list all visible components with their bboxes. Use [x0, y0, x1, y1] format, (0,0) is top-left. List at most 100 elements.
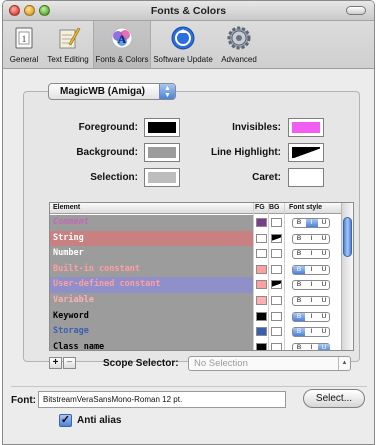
toolbar-toggle-button[interactable] [346, 6, 366, 15]
underline-toggle[interactable]: U [318, 343, 330, 350]
text-editing-icon [59, 27, 81, 49]
underline-toggle[interactable]: U [318, 250, 330, 258]
fg-color-well[interactable] [256, 264, 267, 274]
italic-toggle[interactable]: I [306, 281, 318, 289]
invisibles-color-well[interactable] [288, 118, 324, 137]
font-style-control[interactable]: BIU [292, 327, 330, 338]
header-element[interactable]: Element [53, 204, 80, 211]
font-style-control[interactable]: BIU [292, 296, 330, 306]
bold-toggle[interactable]: B [293, 265, 305, 274]
italic-toggle[interactable]: I [306, 266, 318, 274]
font-style-control[interactable]: BIU [292, 233, 330, 244]
font-style-control[interactable]: BIU [292, 342, 330, 350]
background-color-well[interactable] [144, 143, 180, 162]
header-bg[interactable]: BG [269, 204, 280, 211]
background-label: Background: [76, 147, 138, 158]
font-label: Font: [11, 395, 36, 406]
fg-color-well[interactable] [256, 249, 267, 259]
tab-text-editing[interactable]: Text Editing [43, 21, 93, 68]
bold-toggle[interactable]: B [293, 219, 305, 227]
scope-table[interactable]: Element FG BG Font style Comment B I U Strin… [49, 202, 354, 351]
bg-color-well[interactable] [271, 249, 282, 259]
fg-color-well[interactable] [256, 311, 267, 321]
fg-color-well[interactable] [256, 342, 267, 350]
header-font-style[interactable]: Font style [289, 204, 322, 211]
italic-toggle[interactable]: I [305, 219, 318, 227]
bg-color-well[interactable] [271, 296, 282, 305]
bold-toggle[interactable]: B [293, 235, 305, 243]
table-row[interactable]: Variable B I U [50, 293, 341, 309]
italic-toggle[interactable]: I [306, 344, 318, 350]
font-style-control[interactable]: BIU [292, 218, 330, 228]
title-bar[interactable]: Fonts & Colors [3, 1, 374, 21]
underline-toggle[interactable]: U [318, 328, 330, 336]
toolbar: 1 General Text Editing A Fonts & Colors … [3, 21, 374, 69]
italic-toggle[interactable]: I [306, 250, 318, 258]
remove-scope-button[interactable]: − [63, 357, 76, 369]
bg-color-well[interactable] [271, 264, 282, 274]
fg-color-well[interactable] [256, 280, 267, 290]
bg-color-well[interactable] [271, 233, 282, 243]
table-row[interactable]: Built-in constant B I U [50, 261, 341, 278]
table-row[interactable]: Number B I U [50, 246, 341, 262]
caret-label: Caret: [252, 172, 281, 183]
bold-toggle[interactable]: B [293, 344, 305, 350]
tab-general[interactable]: 1 General [5, 21, 43, 68]
tab-fonts-colors[interactable]: A Fonts & Colors [93, 21, 151, 68]
italic-toggle[interactable]: I [306, 297, 318, 305]
underline-toggle[interactable]: U [318, 266, 330, 274]
bold-toggle[interactable]: B [293, 281, 305, 289]
line-highlight-color-well[interactable] [288, 143, 324, 162]
scope-element-name: Comment [50, 215, 253, 231]
scrollbar-thumb[interactable] [343, 217, 352, 257]
bold-toggle[interactable]: B [293, 312, 305, 321]
table-row[interactable]: Class name B I U [50, 339, 341, 350]
bg-color-well[interactable] [271, 280, 282, 290]
bg-color-well[interactable] [271, 327, 282, 337]
add-scope-button[interactable]: + [49, 357, 62, 369]
tab-advanced[interactable]: Advanced [215, 21, 263, 68]
font-style-control[interactable]: BIU [292, 280, 330, 291]
bold-toggle[interactable]: B [293, 250, 305, 258]
tab-software-update[interactable]: Software Update [151, 21, 215, 68]
underline-toggle[interactable]: U [318, 235, 330, 243]
fg-color-well[interactable] [256, 218, 267, 227]
gear-icon [227, 26, 251, 50]
underline-toggle[interactable]: U [318, 297, 330, 305]
table-scrollbar[interactable] [341, 203, 353, 350]
header-fg[interactable]: FG [255, 204, 265, 211]
scope-selector-field[interactable]: No Selection ▲ [188, 356, 351, 371]
select-font-button[interactable]: Select... [303, 389, 365, 408]
font-style-control[interactable]: BIU [292, 249, 330, 260]
table-row[interactable]: String B I U [50, 230, 341, 247]
scope-element-name: Class name [50, 339, 253, 350]
theme-popup[interactable]: MagicWB (Amiga) ▲ ▼ [48, 83, 176, 100]
underline-toggle[interactable]: U [318, 219, 330, 227]
caret-color-well[interactable] [288, 168, 324, 187]
fg-color-well[interactable] [256, 327, 267, 337]
table-row[interactable]: Keyword B I U [50, 308, 341, 325]
fg-color-well[interactable] [256, 296, 267, 305]
table-row[interactable]: Comment B I U [50, 215, 341, 231]
underline-toggle[interactable]: U [318, 313, 330, 321]
font-style-control[interactable]: BIU [292, 311, 330, 322]
underline-toggle[interactable]: U [318, 281, 330, 289]
bg-color-well[interactable] [271, 311, 282, 321]
fg-color-well[interactable] [256, 233, 267, 243]
anti-alias-checkbox[interactable]: ✓ [59, 414, 72, 427]
foreground-color-well[interactable] [144, 118, 180, 137]
table-header: Element FG BG Font style [50, 203, 353, 214]
svg-text:A: A [118, 32, 127, 46]
bg-color-well[interactable] [271, 218, 282, 227]
bg-color-well[interactable] [271, 342, 282, 350]
table-row[interactable]: Storage B I U [50, 324, 341, 340]
bold-toggle[interactable]: B [293, 297, 305, 305]
anti-alias-label[interactable]: Anti alias [77, 415, 121, 426]
italic-toggle[interactable]: I [306, 235, 318, 243]
table-row[interactable]: User-defined constant B I U [50, 277, 341, 293]
font-style-control[interactable]: BIU [292, 264, 330, 275]
italic-toggle[interactable]: I [306, 313, 318, 321]
bold-toggle[interactable]: B [293, 328, 305, 337]
selection-color-well[interactable] [144, 168, 180, 187]
italic-toggle[interactable]: I [306, 328, 318, 336]
